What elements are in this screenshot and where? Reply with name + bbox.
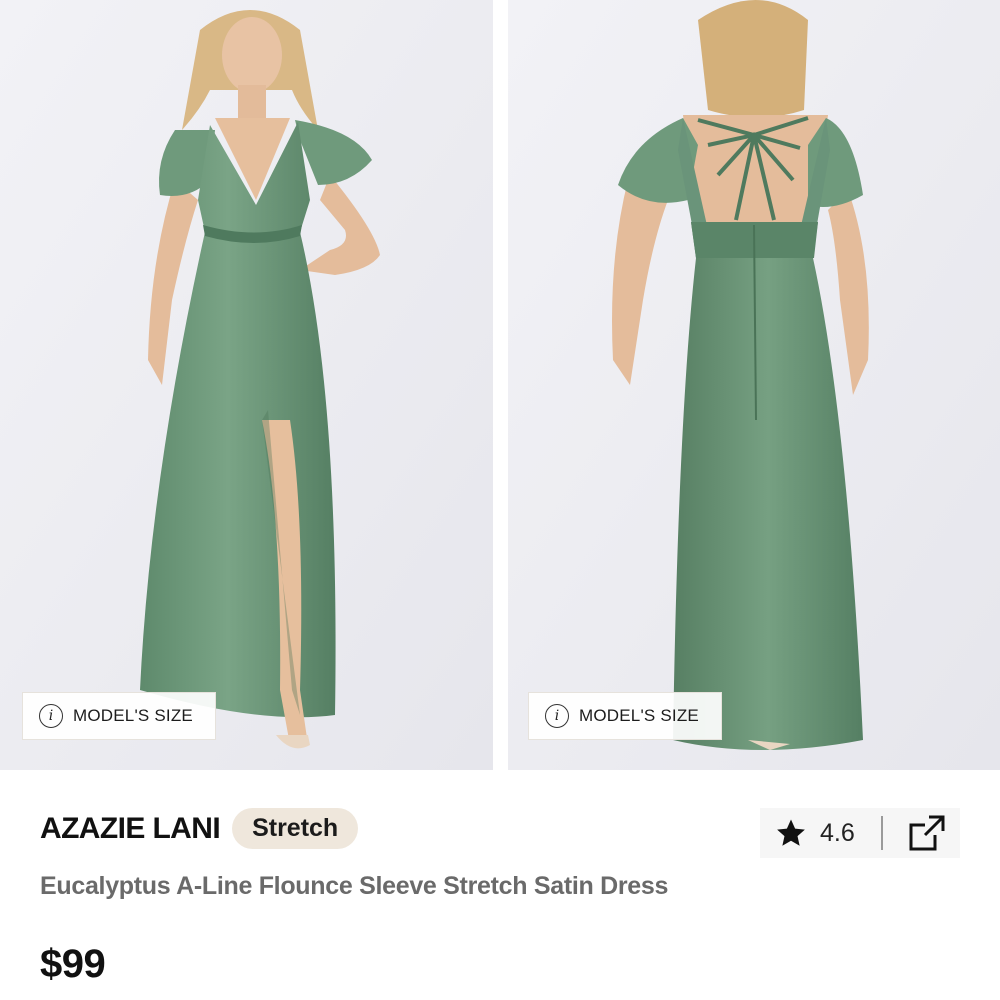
brand-name[interactable]: AZAZIE LANI [40,812,221,846]
dress-front-illustration [0,0,493,770]
model-size-button-front[interactable]: i MODEL'S SIZE [22,692,216,740]
product-photo-back[interactable]: i MODEL'S SIZE [508,0,1000,770]
model-size-label: MODEL'S SIZE [579,706,699,725]
rating-value[interactable]: 4.6 [820,819,855,848]
model-size-label: MODEL'S SIZE [73,706,193,725]
divider [880,816,883,850]
dress-back-illustration [508,0,1000,770]
info-icon: i [39,704,63,728]
brand-row: AZAZIE LANI Stretch [40,808,359,849]
product-name: Eucalyptus A-Line Flounce Sleeve Stretch… [40,872,669,900]
product-gallery: i MODEL'S SIZE i MODEL'S SIZE [0,0,1000,770]
share-icon[interactable] [907,813,947,853]
product-photo-front[interactable]: i MODEL'S SIZE [0,0,493,770]
info-icon: i [545,704,569,728]
rating-share-box: 4.6 [760,808,960,858]
model-size-button-back[interactable]: i MODEL'S SIZE [528,692,722,740]
stretch-badge: Stretch [232,808,359,849]
product-price: $99 [40,942,106,986]
star-icon [777,819,805,846]
